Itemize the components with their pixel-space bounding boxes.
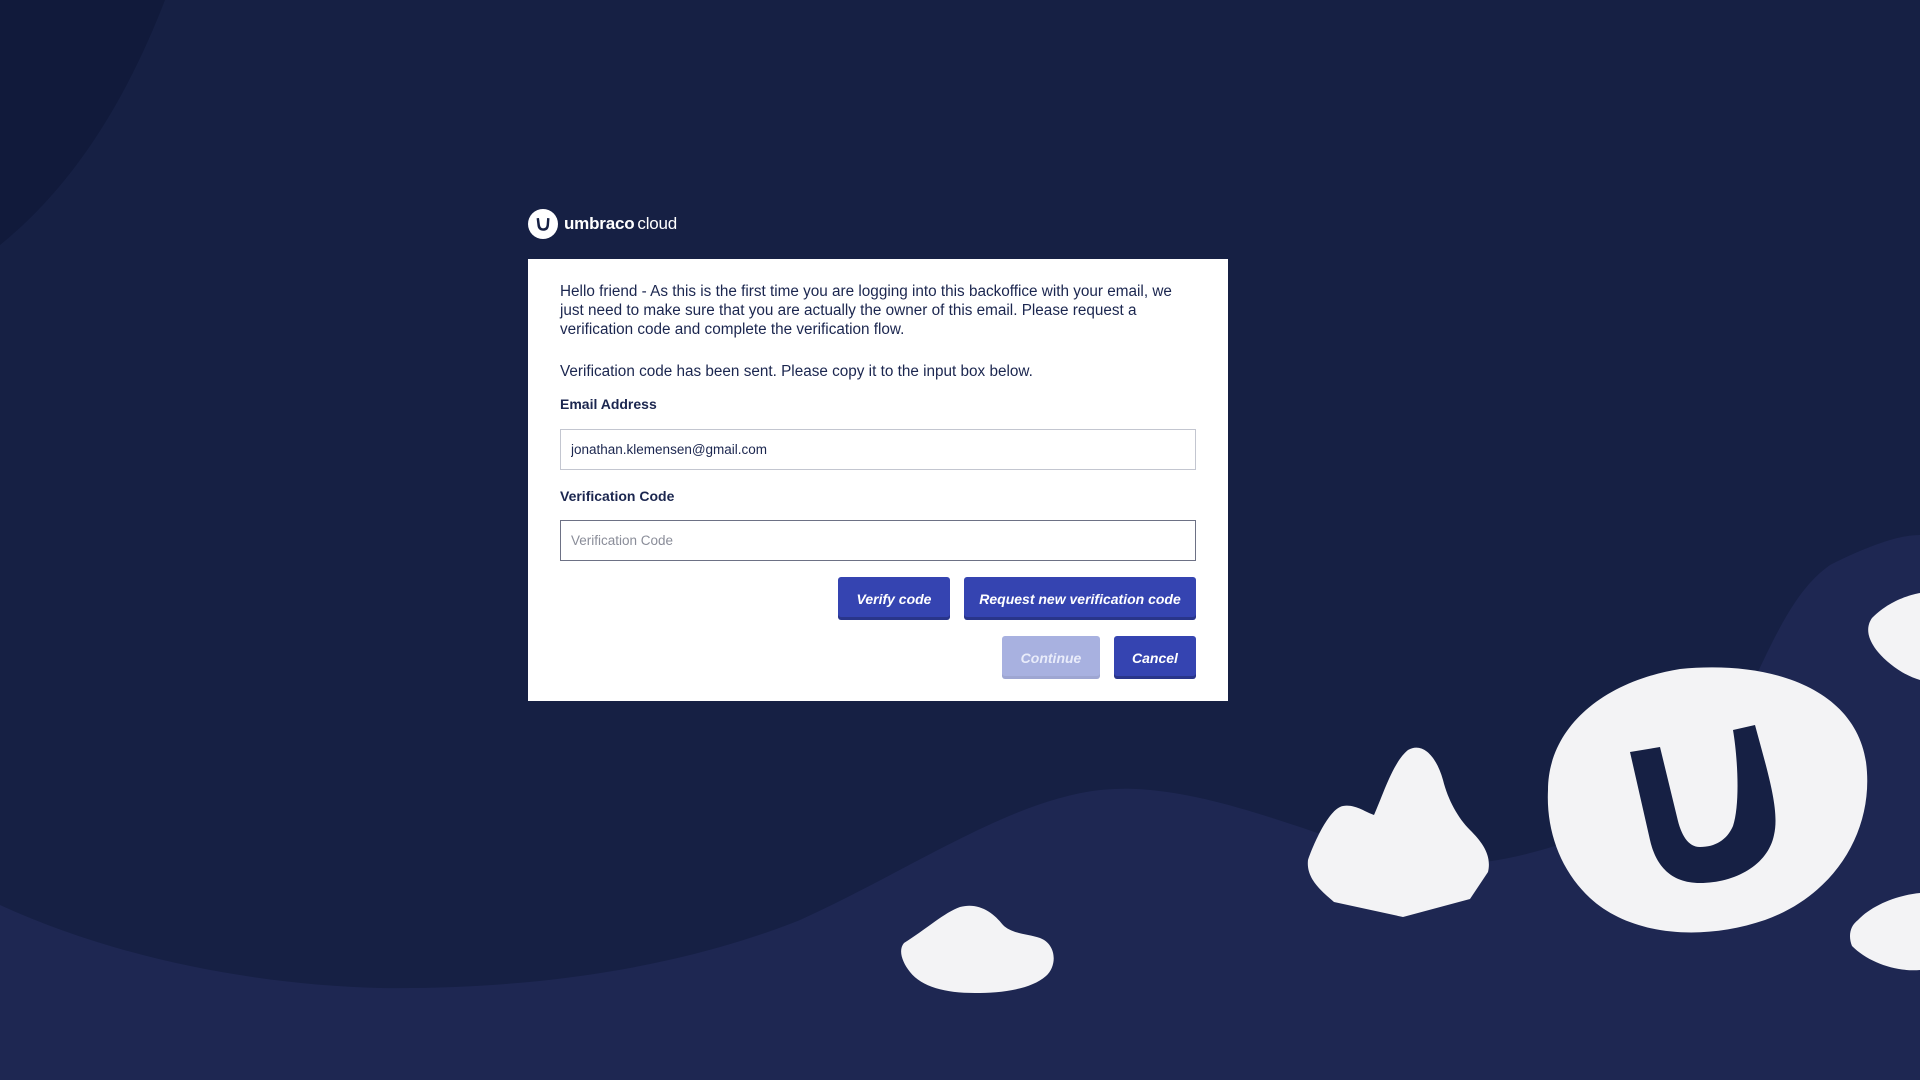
umbraco-cloud-logo: umbraco cloud	[528, 209, 677, 239]
verification-code-label: Verification Code	[560, 488, 675, 504]
verification-card: Hello friend - As this is the first time…	[528, 259, 1228, 701]
cancel-button[interactable]: Cancel	[1114, 636, 1196, 679]
umbraco-logo-icon	[528, 209, 558, 239]
email-field[interactable]	[560, 429, 1196, 470]
brand-name-strong: umbraco	[564, 214, 635, 233]
brand-name-light: cloud	[637, 214, 678, 233]
verify-code-button[interactable]: Verify code	[838, 577, 950, 620]
intro-text: Hello friend - As this is the first time…	[560, 283, 1172, 338]
request-new-code-button[interactable]: Request new verification code	[964, 577, 1196, 620]
code-sent-message: Verification code has been sent. Please …	[560, 363, 1033, 380]
flow-actions: Continue Cancel	[560, 636, 1196, 679]
verification-code-input[interactable]	[560, 520, 1196, 561]
verification-actions: Verify code Request new verification cod…	[560, 577, 1196, 620]
email-label: Email Address	[560, 396, 657, 412]
brand-name: umbraco cloud	[564, 214, 677, 234]
continue-button[interactable]: Continue	[1002, 636, 1100, 679]
